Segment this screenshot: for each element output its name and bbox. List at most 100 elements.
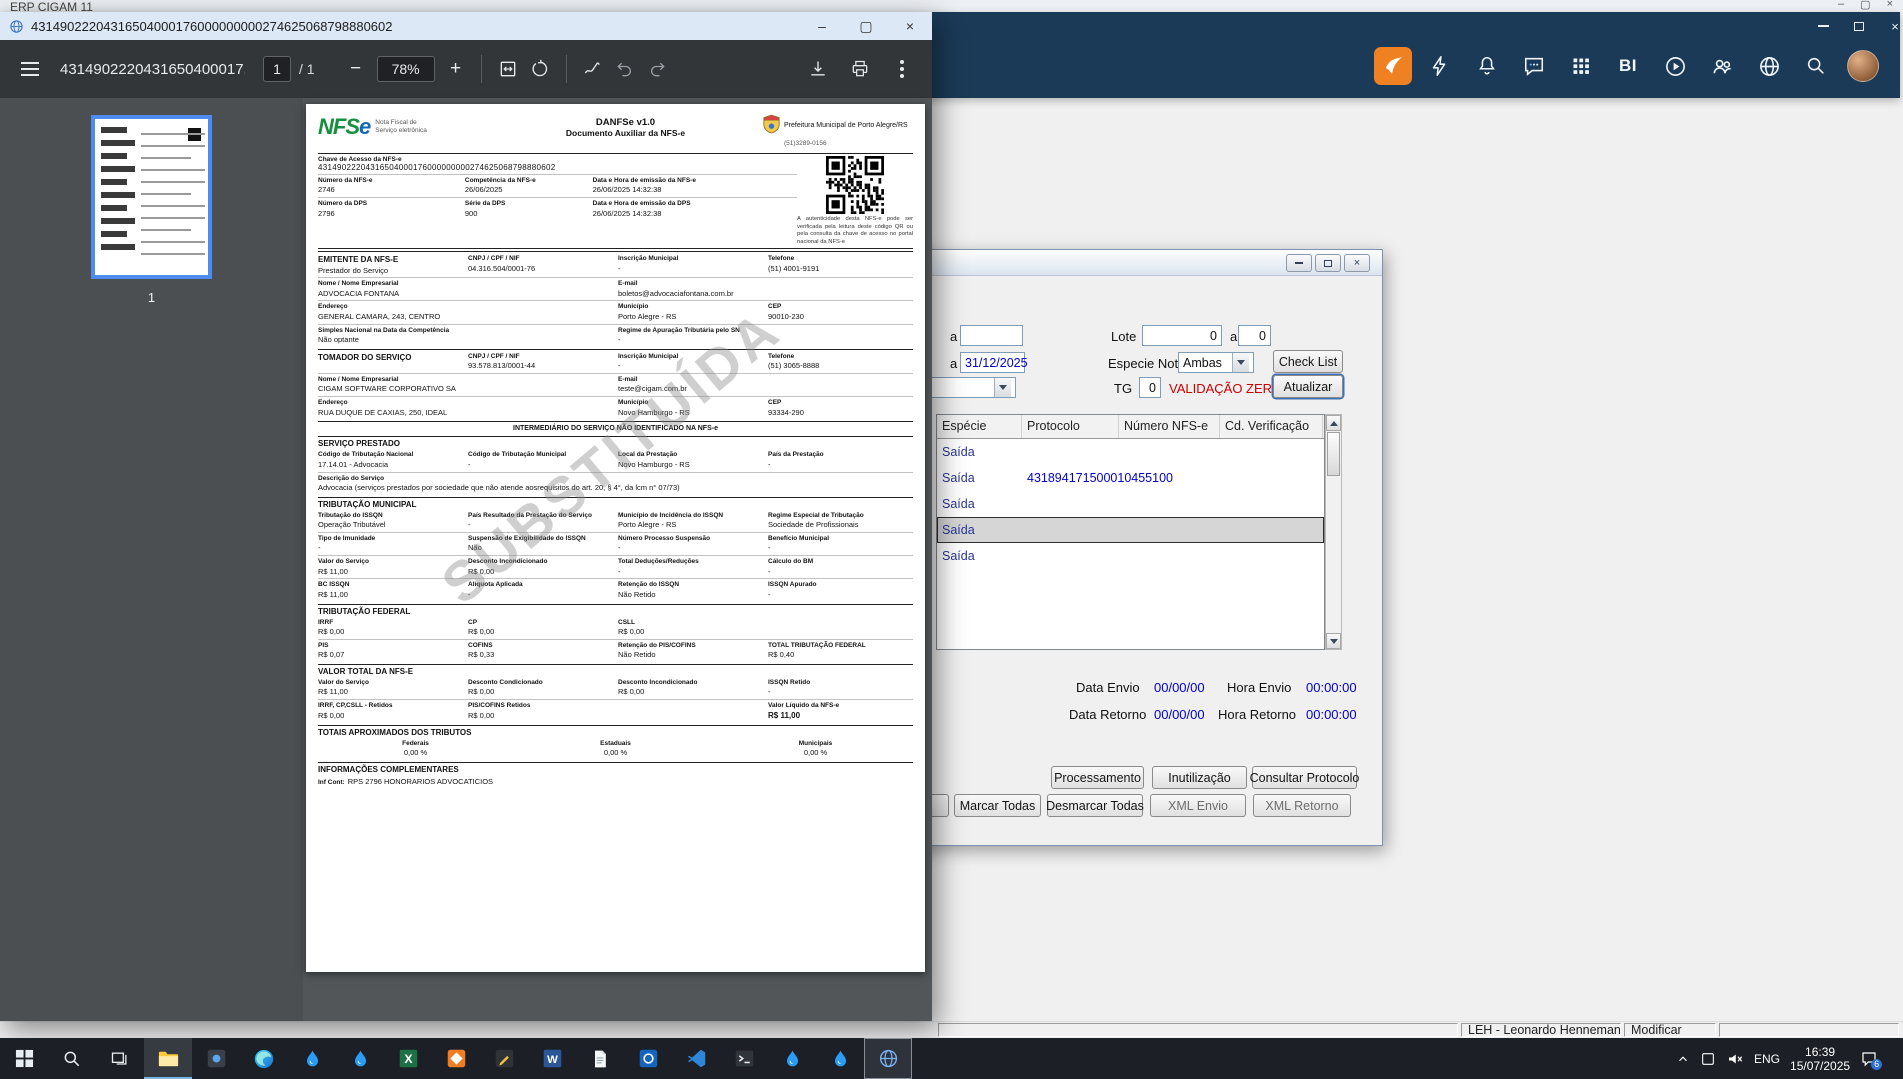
start-button[interactable] (0, 1038, 48, 1079)
undo-button[interactable] (609, 53, 641, 85)
column-header[interactable]: Cd. Verificação (1220, 415, 1323, 438)
lightning-icon[interactable] (1421, 45, 1459, 87)
erp-close-button[interactable]: × (1887, 0, 1893, 11)
xml-retorno-button[interactable]: XML Retorno (1253, 794, 1351, 817)
doc-field: Código de Tributação Nacional 17.14.01 - … (318, 451, 414, 469)
search-icon[interactable] (1797, 45, 1835, 87)
pdf-close-button[interactable]: × (888, 12, 932, 40)
taskbar-app-drop-4[interactable] (816, 1038, 864, 1079)
doc-section: TOMADOR DO SERVIÇO CNPJ / CPF / NIF 93.578… (318, 348, 913, 420)
processamento-button[interactable]: Processamento (1051, 766, 1144, 789)
taskbar-app-word[interactable]: W (528, 1038, 576, 1079)
pdf-maximize-button[interactable]: ▢ (844, 12, 888, 40)
scrollbar-thumb[interactable] (1327, 432, 1340, 476)
zoom-level[interactable]: 78% (376, 56, 435, 82)
column-header[interactable]: Protocolo (1022, 415, 1119, 438)
pdf-minimize-button[interactable]: – (800, 12, 844, 40)
bell-icon[interactable] (1468, 45, 1506, 87)
zoom-out-button[interactable]: − (341, 54, 371, 84)
draw-button[interactable] (577, 53, 609, 85)
taskbar-app-document[interactable] (576, 1038, 624, 1079)
apps-grid-icon[interactable] (1562, 45, 1600, 87)
pdf-window-titlebar[interactable]: 4314902220431650400017600000000027462506… (0, 12, 932, 40)
table-row[interactable]: Saída (937, 439, 1324, 465)
input-language[interactable]: ENG (1754, 1052, 1780, 1066)
rotate-button[interactable] (524, 53, 556, 85)
especie-nota-select[interactable]: Ambas (1178, 352, 1254, 373)
page-input[interactable]: 1 (263, 56, 291, 82)
marcar-todas-button[interactable]: Marcar Todas (954, 794, 1041, 817)
desmarcar-todas-button[interactable]: Desmarcar Todas (1046, 794, 1144, 817)
table-scrollbar[interactable] (1325, 414, 1342, 650)
lote-from-field[interactable]: 0 (1142, 325, 1222, 346)
play-icon[interactable] (1656, 45, 1694, 87)
dialog-close-button[interactable]: × (1344, 254, 1370, 272)
download-button[interactable] (802, 53, 834, 85)
check-list-button[interactable]: Check List (1273, 350, 1343, 373)
chevron-down-icon[interactable] (1232, 353, 1249, 372)
zoom-in-button[interactable]: + (441, 54, 471, 84)
cigam-logo-icon[interactable] (1374, 47, 1412, 85)
globe-icon[interactable] (1750, 45, 1788, 87)
date-to-field[interactable]: 31/12/2025 (960, 352, 1028, 373)
redo-button[interactable] (641, 53, 673, 85)
table-row[interactable]: Saída (937, 517, 1324, 543)
tray-app-icon[interactable] (1700, 1051, 1716, 1067)
dialog-maximize-button[interactable] (1315, 254, 1341, 272)
xml-envio-button[interactable]: XML Envio (1150, 794, 1246, 817)
fit-page-button[interactable] (492, 53, 524, 85)
scroll-down-icon[interactable] (1326, 633, 1341, 649)
search-button[interactable] (48, 1038, 96, 1079)
scroll-up-icon[interactable] (1326, 415, 1341, 431)
erp-minimize-button[interactable]: – (1838, 0, 1844, 11)
taskbar-app-notes[interactable] (480, 1038, 528, 1079)
dialog-minimize-button[interactable] (1286, 254, 1312, 272)
number-from-field[interactable] (960, 325, 1023, 346)
people-icon[interactable] (1703, 45, 1741, 87)
taskbar-app-edge[interactable] (240, 1038, 288, 1079)
taskbar-app-vscode[interactable] (672, 1038, 720, 1079)
taskbar-app-orange[interactable] (432, 1038, 480, 1079)
bi-label[interactable]: BI (1609, 45, 1647, 87)
clock[interactable]: 16:39 15/07/2025 (1790, 1045, 1850, 1073)
hidden-icons-chevron[interactable] (1676, 1052, 1690, 1066)
volume-muted-icon[interactable] (1726, 1050, 1744, 1068)
taskbar-app-drop-1[interactable] (288, 1038, 336, 1079)
print-button[interactable] (844, 53, 876, 85)
taskbar-app-drop-2[interactable] (336, 1038, 384, 1079)
doc-field: Endereço RUA DUQUE DE CAXIAS, 250, IDEAL (318, 399, 448, 417)
taskbar-app-drop-3[interactable] (768, 1038, 816, 1079)
taskbar-app-blue[interactable] (624, 1038, 672, 1079)
web-maximize-button[interactable] (1848, 16, 1870, 36)
doc-field: Competência da NFS-e 26/06/2025 (464, 177, 536, 195)
pdf-document-title: 4314902220431650400017... (60, 60, 245, 78)
table-row[interactable]: Saída 431894171500010455100 (937, 465, 1324, 491)
taskbar-app-dark[interactable] (192, 1038, 240, 1079)
consultar-protocolo-button[interactable]: Consultar Protocolo (1250, 766, 1359, 789)
table-row[interactable]: Saída (937, 543, 1324, 569)
user-avatar[interactable] (1844, 45, 1882, 87)
task-view-button[interactable] (96, 1038, 144, 1079)
notification-center-icon[interactable]: 6 (1860, 1050, 1883, 1070)
web-close-button[interactable]: × (1884, 16, 1903, 36)
doc-field: Nome / Nome Empresarial CIGAM SOFTWARE CO… (318, 376, 456, 394)
taskbar-app-terminal[interactable] (720, 1038, 768, 1079)
erp-maximize-button[interactable]: ▢ (1860, 0, 1870, 11)
lote-to-field[interactable]: 0 (1238, 325, 1271, 346)
menu-button[interactable] (14, 53, 46, 85)
chat-icon[interactable] (1515, 45, 1553, 87)
tg-field[interactable]: 0 (1139, 377, 1161, 398)
taskbar-app-spreadsheet[interactable]: X (384, 1038, 432, 1079)
chevron-down-icon[interactable] (994, 378, 1011, 397)
page-thumbnail[interactable] (91, 115, 212, 279)
inutilizacao-button[interactable]: Inutilização (1152, 766, 1247, 789)
web-minimize-button[interactable] (1812, 16, 1834, 36)
atualizar-button[interactable]: Atualizar (1273, 375, 1343, 398)
column-header[interactable]: Número NFS-e (1119, 415, 1220, 438)
taskbar-pdf-viewer[interactable] (864, 1038, 912, 1079)
pdf-page-area[interactable]: NFSe Nota Fiscal de Serviço eletrônica DA… (303, 98, 932, 1021)
more-options-button[interactable] (886, 53, 918, 85)
column-header[interactable]: Espécie (937, 415, 1022, 438)
file-explorer-button[interactable] (144, 1038, 192, 1079)
table-row[interactable]: Saída (937, 491, 1324, 517)
